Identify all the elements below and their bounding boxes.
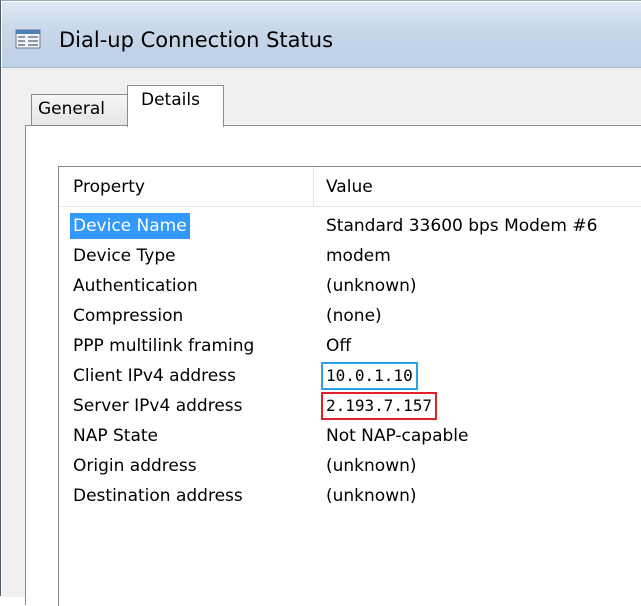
- column-divider[interactable]: [313, 167, 314, 206]
- list-row-origin-address[interactable]: Origin address (unknown): [59, 451, 641, 481]
- details-list[interactable]: Property Value Device Name Standard 3360…: [58, 166, 641, 606]
- row-value: Standard 33600 bps Modem #6: [326, 216, 598, 236]
- row-value: (unknown): [326, 486, 417, 506]
- tab-general[interactable]: General: [31, 94, 128, 126]
- title-bar[interactable]: Dial-up Connection Status: [2, 2, 641, 68]
- row-property: Origin address: [73, 456, 197, 476]
- column-header-value[interactable]: Value: [326, 167, 373, 206]
- column-header-property[interactable]: Property: [73, 167, 145, 206]
- list-row-device-name[interactable]: Device Name Standard 33600 bps Modem #6: [59, 211, 641, 241]
- row-value: (unknown): [326, 456, 417, 476]
- list-row-device-type[interactable]: Device Type modem: [59, 241, 641, 271]
- server-ip-highlight: 2.193.7.157: [321, 392, 437, 420]
- row-property: Server IPv4 address: [73, 396, 243, 416]
- list-header: Property Value: [59, 167, 641, 207]
- tab-general-label: General: [38, 99, 105, 119]
- list-row-destination-address[interactable]: Destination address (unknown): [59, 481, 641, 511]
- tab-details-label: Details: [141, 90, 200, 110]
- row-value: modem: [326, 246, 391, 266]
- dialog-window: Dial-up Connection Status General Detail…: [0, 0, 641, 606]
- client-ip-highlight: 10.0.1.10: [321, 362, 418, 390]
- row-property: NAP State: [73, 426, 158, 446]
- list-row-nap-state[interactable]: NAP State Not NAP-capable: [59, 421, 641, 451]
- row-value: (unknown): [326, 276, 417, 296]
- window-title: Dial-up Connection Status: [59, 28, 334, 52]
- row-property: PPP multilink framing: [73, 336, 255, 356]
- row-property: Device Type: [73, 246, 176, 266]
- row-value: Off: [326, 336, 352, 356]
- row-property: Compression: [73, 306, 184, 326]
- dialog-body: General Details Property Value Device Na…: [2, 68, 641, 606]
- list-row-ppp-multilink[interactable]: PPP multilink framing Off: [59, 331, 641, 361]
- list-row-server-ipv4[interactable]: Server IPv4 address 2.193.7.157: [59, 391, 641, 421]
- list-row-authentication[interactable]: Authentication (unknown): [59, 271, 641, 301]
- tab-details[interactable]: Details: [127, 85, 224, 127]
- details-tab-panel: Property Value Device Name Standard 3360…: [25, 125, 641, 606]
- list-row-client-ipv4[interactable]: Client IPv4 address 10.0.1.10: [59, 361, 641, 391]
- row-value: (none): [326, 306, 382, 326]
- row-property: Destination address: [73, 486, 243, 506]
- network-connection-icon: [15, 29, 41, 49]
- row-property: Device Name: [70, 213, 190, 239]
- row-value: Not NAP-capable: [326, 426, 469, 446]
- row-property: Client IPv4 address: [73, 366, 236, 386]
- row-property: Authentication: [73, 276, 198, 296]
- list-row-compression[interactable]: Compression (none): [59, 301, 641, 331]
